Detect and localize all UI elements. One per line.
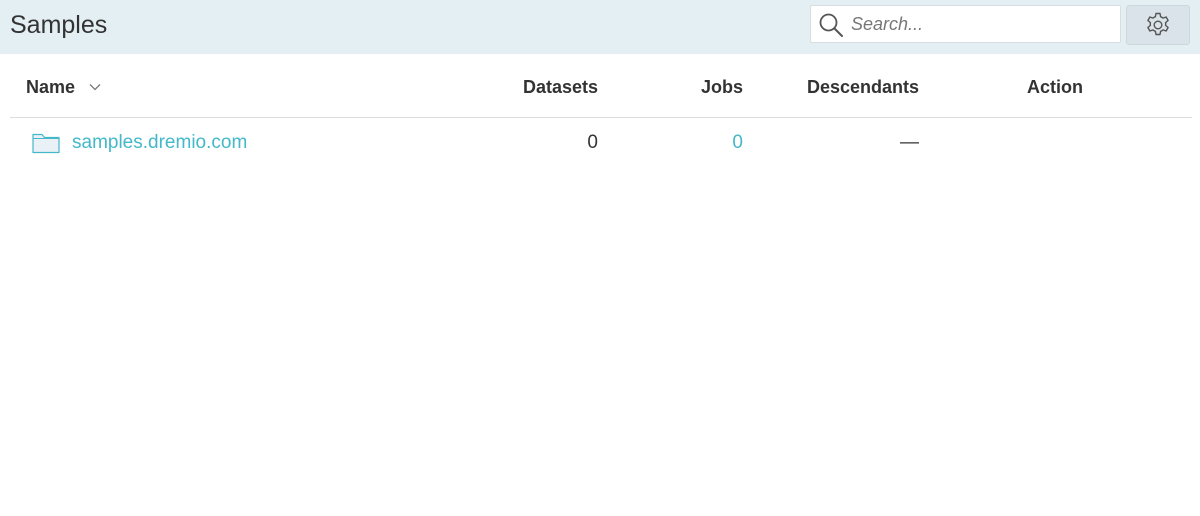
column-header-action: Action [1027,77,1083,97]
page-title: Samples [10,11,108,39]
page-header: Samples [0,0,1200,54]
search-box[interactable] [810,5,1121,43]
descendants-value: — [900,132,919,153]
datasets-count: 0 [587,132,598,153]
search-input[interactable] [851,10,1113,38]
name-cell: samples.dremio.com [32,131,247,155]
source-link[interactable]: samples.dremio.com [72,131,247,155]
column-header-datasets: Datasets [522,77,598,97]
jobs-count-link[interactable]: 0 [732,131,743,155]
column-header-jobs: Jobs [700,77,743,97]
gear-icon [1147,12,1169,36]
table-header: Name Datasets Jobs Descendants Action [10,60,1192,118]
chevron-down-icon[interactable] [89,83,101,91]
folder-icon [32,133,60,154]
search-icon [819,13,843,37]
table-row[interactable]: samples.dremio.com 0 0 — [10,119,1192,167]
settings-button[interactable] [1126,5,1190,45]
column-header-name[interactable]: Name [26,76,101,98]
column-header-descendants: Descendants [806,77,919,97]
column-header-name-label: Name [26,77,76,97]
